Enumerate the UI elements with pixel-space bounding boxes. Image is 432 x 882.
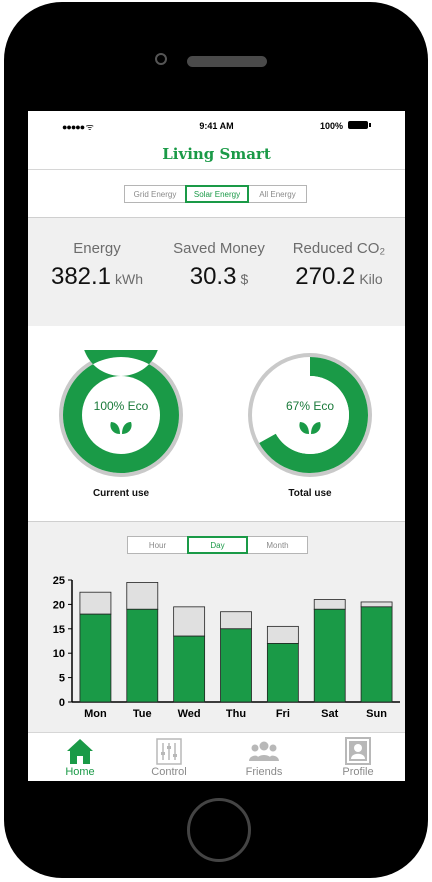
battery-icon: [348, 121, 368, 129]
y-tick-label: 0: [59, 697, 65, 709]
bottom-tab-bar: Home Control Friends Profile: [28, 732, 405, 781]
front-camera: [155, 53, 167, 65]
stat-reduced-co2: Reduced CO₂ 270.2 Kilo: [284, 240, 394, 291]
y-tick-label: 25: [53, 575, 65, 587]
stat-unit: kWh: [115, 271, 144, 287]
stat-value-row: 30.3 $: [164, 263, 274, 291]
x-tick-label: Sat: [321, 708, 338, 720]
bar-solar: [360, 606, 393, 703]
tab-solar-energy[interactable]: Solar Energy: [185, 185, 249, 203]
y-tick-label: 20: [53, 599, 65, 611]
bar-remaining: [126, 582, 159, 610]
stat-value: 382.1: [50, 263, 112, 290]
tab-label: Profile: [342, 766, 374, 778]
usage-chart-section: Hour Day Month 0 5 10 15 20 25 Mon Tue Wed Thu Fr…: [28, 522, 405, 732]
tab-label: Friends: [245, 766, 283, 778]
stat-label: Reduced CO₂: [292, 240, 386, 257]
bar-solar: [220, 628, 252, 703]
tab-home[interactable]: Home: [33, 733, 127, 781]
x-tick-label: Mon: [84, 708, 107, 720]
gauge-label-current-use: Current use: [92, 488, 150, 499]
stat-label: Saved Money: [173, 240, 265, 257]
x-tick-label: Tue: [133, 708, 152, 720]
tab-all-energy[interactable]: All Energy: [248, 185, 307, 203]
gauge-total-use: 67% Eco: [248, 353, 372, 477]
stat-unit: $: [240, 271, 249, 287]
bar-solar: [79, 613, 112, 703]
bar-remaining: [220, 611, 252, 630]
y-tick-label: 15: [53, 624, 65, 636]
stat-value-row: 270.2 Kilo: [284, 263, 394, 291]
tab-friends[interactable]: Friends: [217, 733, 311, 781]
bar-solar: [126, 608, 159, 703]
gauge-eco-text: 67% Eco: [286, 399, 334, 413]
bar-solar: [173, 635, 206, 703]
tab-label: Control: [151, 766, 187, 778]
battery-percent: 100%: [320, 121, 344, 131]
gauge-inner: [271, 376, 349, 454]
tab-control[interactable]: Control: [122, 733, 216, 781]
stat-unit: Kilo: [359, 271, 383, 287]
tab-label: Home: [65, 766, 95, 778]
stat-value-row: 382.1 kWh: [42, 263, 152, 291]
earpiece-speaker: [187, 56, 267, 67]
gauge-eco-text: 100% Eco: [94, 399, 149, 413]
friends-icon: [249, 741, 279, 761]
bar-remaining: [360, 601, 393, 608]
tab-grid-energy[interactable]: Grid Energy: [124, 185, 186, 203]
stat-saved-money: Saved Money 30.3 $: [164, 240, 274, 291]
x-labels: Mon Tue Wed Thu Fri Sat Sun: [84, 708, 387, 720]
x-tick-label: Sun: [366, 708, 387, 720]
home-icon: [67, 739, 93, 764]
bar-solar: [266, 643, 299, 703]
stat-label: Energy: [73, 240, 121, 257]
status-bar: ●●●●● ᯤ 9:41 AM 100%: [28, 111, 405, 141]
battery-tip: [369, 123, 371, 127]
stat-energy: Energy 382.1 kWh: [42, 240, 152, 291]
gauge-label-total-use: Total use: [288, 488, 332, 499]
app-title: Living Smart: [28, 141, 405, 169]
bar-solar: [313, 608, 346, 703]
y-tick-label: 5: [59, 673, 65, 685]
y-ticks: 0 5 10 15 20 25: [53, 575, 72, 709]
bars: [79, 582, 393, 703]
gauge-current-use: 100% Eco: [59, 350, 183, 477]
bar-remaining: [79, 591, 112, 615]
x-tick-label: Wed: [178, 708, 201, 720]
bar-remaining: [313, 599, 346, 610]
stat-value: 270.2: [295, 263, 356, 290]
profile-icon: [345, 737, 371, 765]
tab-profile[interactable]: Profile: [311, 733, 405, 781]
bar-remaining: [173, 606, 206, 637]
app-screen: ●●●●● ᯤ 9:41 AM 100% Living Smart Grid E…: [28, 111, 405, 781]
stat-value: 30.3: [189, 263, 237, 290]
y-tick-label: 10: [53, 648, 65, 660]
daily-usage-bar-chart: 0 5 10 15 20 25 Mon Tue Wed Thu Fri Sat Sun: [53, 575, 400, 720]
tab-day[interactable]: Day: [187, 536, 248, 554]
x-tick-label: Thu: [226, 708, 246, 720]
tab-hour[interactable]: Hour: [127, 536, 188, 554]
bar-remaining: [266, 625, 299, 644]
home-hardware-button[interactable]: [187, 798, 251, 862]
tab-month[interactable]: Month: [247, 536, 308, 554]
stats-panel: Energy 382.1 kWh Saved Money 30.3 $ Reduce…: [28, 217, 405, 327]
control-icon: [156, 738, 182, 765]
x-tick-label: Fri: [276, 708, 290, 720]
eco-gauges-section: 100% Eco Current use 67% Eco Total use: [28, 326, 405, 522]
energy-source-selector: Grid Energy Solar Energy All Energy: [28, 169, 405, 218]
gauge-inner: [82, 376, 160, 454]
